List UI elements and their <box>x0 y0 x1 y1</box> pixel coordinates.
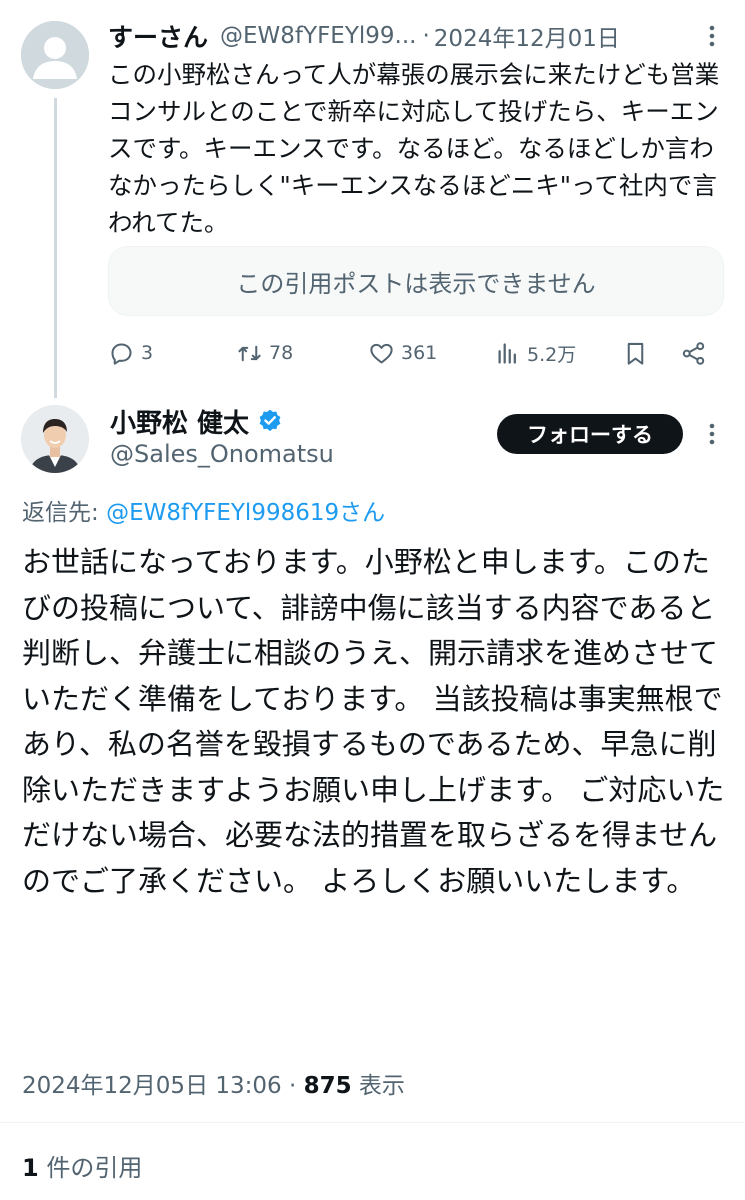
more-options-icon[interactable] <box>698 22 726 50</box>
repost-count: 78 <box>269 342 294 364</box>
parent-handle[interactable]: @EW8fYFEYl99... <box>220 23 416 49</box>
follow-button[interactable]: フォローする <box>497 414 683 454</box>
author-name-row: 小野松 健太 <box>110 402 283 440</box>
quote-count: 1 <box>22 1154 39 1182</box>
tweet-metadata: 2024年12月05日 13:06 · 875 表示 <box>22 1066 405 1100</box>
like-button[interactable]: 361 <box>368 334 437 372</box>
parent-tweet-header: すーさん @EW8fYFEYl99... · 2024年12月01日 <box>108 18 708 54</box>
parent-date[interactable]: 2024年12月01日 <box>434 19 620 53</box>
author-handle[interactable]: @Sales_Onomatsu <box>110 440 334 468</box>
quote-unavailable-text: この引用ポストは表示できません <box>236 269 596 298</box>
default-user-icon <box>21 21 89 89</box>
main-tweet-text: お世話になっております。小野松と申します。このたびの投稿について、誹謗中傷に該当… <box>22 545 725 898</box>
tweet-timestamp[interactable]: 2024年12月05日 13:06 · <box>22 1073 304 1099</box>
reply-to-prefix: 返信先: <box>22 500 107 526</box>
more-options-icon[interactable] <box>698 420 726 448</box>
quotes-link[interactable]: 1 件の引用 <box>22 1148 142 1183</box>
repost-icon <box>238 345 261 361</box>
thread-connector-line <box>54 98 57 398</box>
parent-display-name[interactable]: すーさん <box>108 18 208 54</box>
reply-to-link[interactable]: @EW8fYFEYl998619さん <box>106 500 385 526</box>
like-count: 361 <box>401 342 438 364</box>
author-display-name[interactable]: 小野松 健太 <box>110 403 249 440</box>
divider <box>0 1122 745 1123</box>
reply-icon <box>111 342 132 365</box>
user-photo-icon <box>21 405 89 473</box>
separator-dot: · <box>422 23 430 49</box>
quote-unavailable-box: この引用ポストは表示できません <box>108 246 724 316</box>
quote-label: 件の引用 <box>38 1154 143 1182</box>
heart-icon <box>370 343 393 364</box>
share-icon <box>682 341 705 365</box>
reply-button[interactable]: 3 <box>108 334 153 372</box>
avatar-onomatsu[interactable] <box>21 405 89 473</box>
view-count: 5.2万 <box>527 343 577 366</box>
analytics-icon <box>498 342 516 364</box>
parent-tweet-text: この小野松さんって人が幕張の展示会に来たけども営業コンサルとのことで新卒に対応し… <box>108 60 720 237</box>
bookmark-icon <box>627 342 644 365</box>
reply-to-line: 返信先: @EW8fYFEYl998619さん <box>22 493 385 527</box>
repost-button[interactable]: 78 <box>236 334 293 372</box>
parent-action-bar: 3 78 361 5.2万 <box>108 334 728 372</box>
share-button[interactable] <box>680 334 707 372</box>
verified-badge-icon[interactable] <box>257 408 283 434</box>
reply-count: 3 <box>141 342 154 364</box>
tweet-view-count: 875 <box>303 1073 352 1099</box>
bookmark-button[interactable] <box>622 334 649 372</box>
views-button[interactable]: 5.2万 <box>494 334 576 372</box>
avatar-default[interactable] <box>21 21 89 89</box>
tweet-view-label: 表示 <box>351 1073 405 1099</box>
